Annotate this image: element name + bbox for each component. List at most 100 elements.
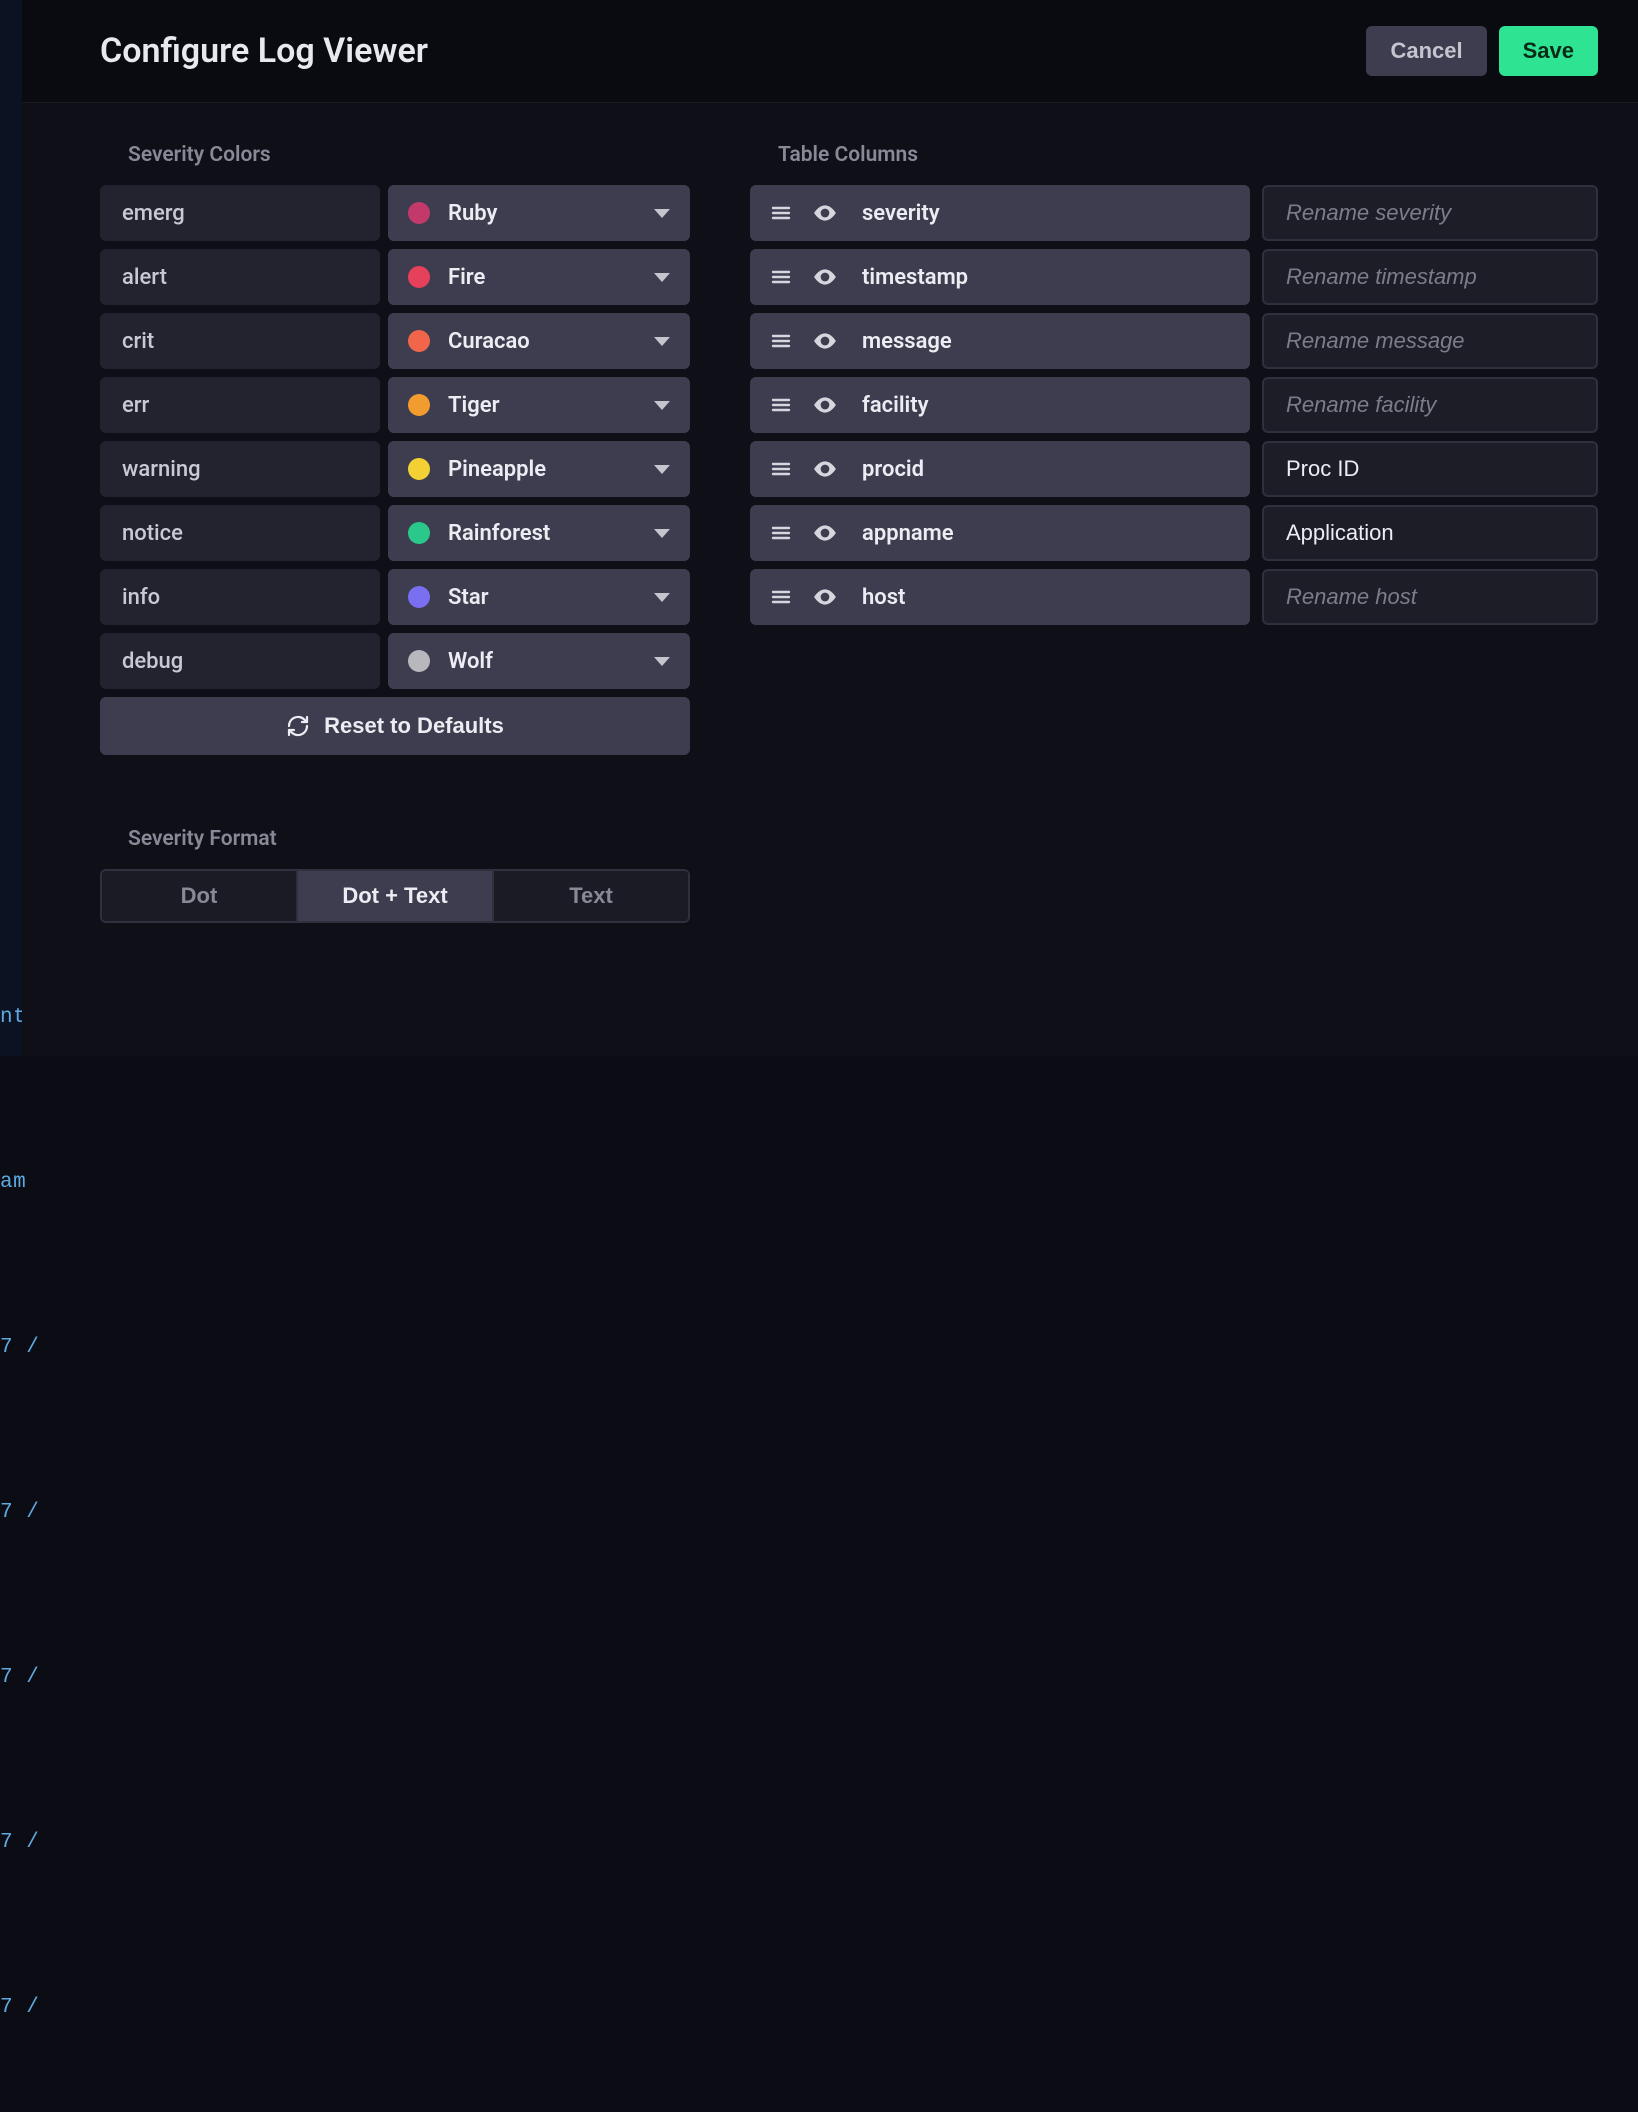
severity-color-name: Curacao xyxy=(448,329,654,354)
chevron-down-icon xyxy=(654,657,670,666)
severity-color-dropdown[interactable]: Fire xyxy=(388,249,690,305)
chevron-down-icon xyxy=(654,209,670,218)
severity-level-label: debug xyxy=(100,633,380,689)
severity-format-segmented: Dot Dot + Text Text xyxy=(100,869,690,923)
color-swatch-icon xyxy=(408,202,430,224)
color-swatch-icon xyxy=(408,650,430,672)
chevron-down-icon xyxy=(654,337,670,346)
severity-row: warning Pineapple xyxy=(100,441,690,497)
configure-log-viewer-modal: Configure Log Viewer Cancel Save Severit… xyxy=(22,0,1638,1056)
severity-color-dropdown[interactable]: Star xyxy=(388,569,690,625)
color-swatch-icon xyxy=(408,458,430,480)
chevron-down-icon xyxy=(654,465,670,474)
severity-color-name: Fire xyxy=(448,265,654,290)
severity-color-dropdown[interactable]: Rainforest xyxy=(388,505,690,561)
table-column-name: host xyxy=(862,585,905,610)
severity-color-name: Tiger xyxy=(448,393,654,418)
chevron-down-icon xyxy=(654,273,670,282)
format-option-dot-text[interactable]: Dot + Text xyxy=(298,871,494,921)
rename-column-input[interactable] xyxy=(1262,249,1598,305)
color-swatch-icon xyxy=(408,586,430,608)
severity-colors-heading: Severity Colors xyxy=(128,143,690,167)
rename-column-input[interactable] xyxy=(1262,569,1598,625)
severity-level-label: err xyxy=(100,377,380,433)
drag-handle-icon xyxy=(768,520,794,546)
cancel-button[interactable]: Cancel xyxy=(1366,26,1486,76)
severity-row: notice Rainforest xyxy=(100,505,690,561)
table-column-name: severity xyxy=(862,201,940,226)
table-column-handle[interactable]: procid xyxy=(750,441,1250,497)
chevron-down-icon xyxy=(654,529,670,538)
visibility-eye-icon[interactable] xyxy=(812,584,838,610)
drag-handle-icon xyxy=(768,328,794,354)
save-button[interactable]: Save xyxy=(1499,26,1598,76)
table-column-handle[interactable]: host xyxy=(750,569,1250,625)
severity-color-dropdown[interactable]: Tiger xyxy=(388,377,690,433)
severity-color-dropdown[interactable]: Ruby xyxy=(388,185,690,241)
rename-column-input[interactable] xyxy=(1262,441,1598,497)
severity-format-section: Severity Format Dot Dot + Text Text xyxy=(100,827,690,923)
color-swatch-icon xyxy=(408,394,430,416)
visibility-eye-icon[interactable] xyxy=(812,264,838,290)
chevron-down-icon xyxy=(654,401,670,410)
visibility-eye-icon[interactable] xyxy=(812,328,838,354)
reset-to-defaults-label: Reset to Defaults xyxy=(324,713,504,739)
table-column-row: timestamp xyxy=(750,249,1590,305)
severity-level-label: notice xyxy=(100,505,380,561)
table-column-handle[interactable]: appname xyxy=(750,505,1250,561)
format-option-dot[interactable]: Dot xyxy=(102,871,298,921)
modal-body: Severity Colors emerg Ruby alert Fire cr… xyxy=(22,103,1638,1056)
severity-level-label: crit xyxy=(100,313,380,369)
table-column-handle[interactable]: message xyxy=(750,313,1250,369)
severity-level-label: emerg xyxy=(100,185,380,241)
table-column-row: message xyxy=(750,313,1590,369)
severity-row: alert Fire xyxy=(100,249,690,305)
chevron-down-icon xyxy=(654,593,670,602)
table-column-name: timestamp xyxy=(862,265,968,290)
severity-level-label: alert xyxy=(100,249,380,305)
table-column-name: procid xyxy=(862,457,924,482)
table-column-row: severity xyxy=(750,185,1590,241)
drag-handle-icon xyxy=(768,584,794,610)
refresh-icon xyxy=(286,714,310,738)
visibility-eye-icon[interactable] xyxy=(812,520,838,546)
table-columns-column: Table Columns severity timestamp message… xyxy=(750,143,1590,1016)
severity-color-dropdown[interactable]: Curacao xyxy=(388,313,690,369)
table-column-handle[interactable]: severity xyxy=(750,185,1250,241)
severity-color-name: Rainforest xyxy=(448,521,654,546)
table-column-row: facility xyxy=(750,377,1590,433)
reset-to-defaults-button[interactable]: Reset to Defaults xyxy=(100,697,690,755)
drag-handle-icon xyxy=(768,392,794,418)
table-column-handle[interactable]: timestamp xyxy=(750,249,1250,305)
severity-color-dropdown[interactable]: Pineapple xyxy=(388,441,690,497)
severity-level-label: info xyxy=(100,569,380,625)
severity-color-name: Pineapple xyxy=(448,457,654,482)
table-column-name: appname xyxy=(862,521,954,546)
drag-handle-icon xyxy=(768,200,794,226)
rename-column-input[interactable] xyxy=(1262,505,1598,561)
modal-actions: Cancel Save xyxy=(1366,26,1598,76)
table-column-name: facility xyxy=(862,393,929,418)
table-column-row: host xyxy=(750,569,1590,625)
modal-header: Configure Log Viewer Cancel Save xyxy=(22,0,1638,103)
rename-column-input[interactable] xyxy=(1262,185,1598,241)
table-column-name: message xyxy=(862,329,952,354)
severity-row: debug Wolf xyxy=(100,633,690,689)
rename-column-input[interactable] xyxy=(1262,377,1598,433)
drag-handle-icon xyxy=(768,456,794,482)
modal-title: Configure Log Viewer xyxy=(100,31,428,71)
rename-column-input[interactable] xyxy=(1262,313,1598,369)
severity-level-label: warning xyxy=(100,441,380,497)
color-swatch-icon xyxy=(408,266,430,288)
visibility-eye-icon[interactable] xyxy=(812,456,838,482)
visibility-eye-icon[interactable] xyxy=(812,392,838,418)
table-column-handle[interactable]: facility xyxy=(750,377,1250,433)
severity-colors-column: Severity Colors emerg Ruby alert Fire cr… xyxy=(100,143,690,1016)
severity-color-name: Ruby xyxy=(448,201,654,226)
severity-row: emerg Ruby xyxy=(100,185,690,241)
table-column-row: procid xyxy=(750,441,1590,497)
drag-handle-icon xyxy=(768,264,794,290)
format-option-text[interactable]: Text xyxy=(494,871,688,921)
visibility-eye-icon[interactable] xyxy=(812,200,838,226)
severity-color-dropdown[interactable]: Wolf xyxy=(388,633,690,689)
